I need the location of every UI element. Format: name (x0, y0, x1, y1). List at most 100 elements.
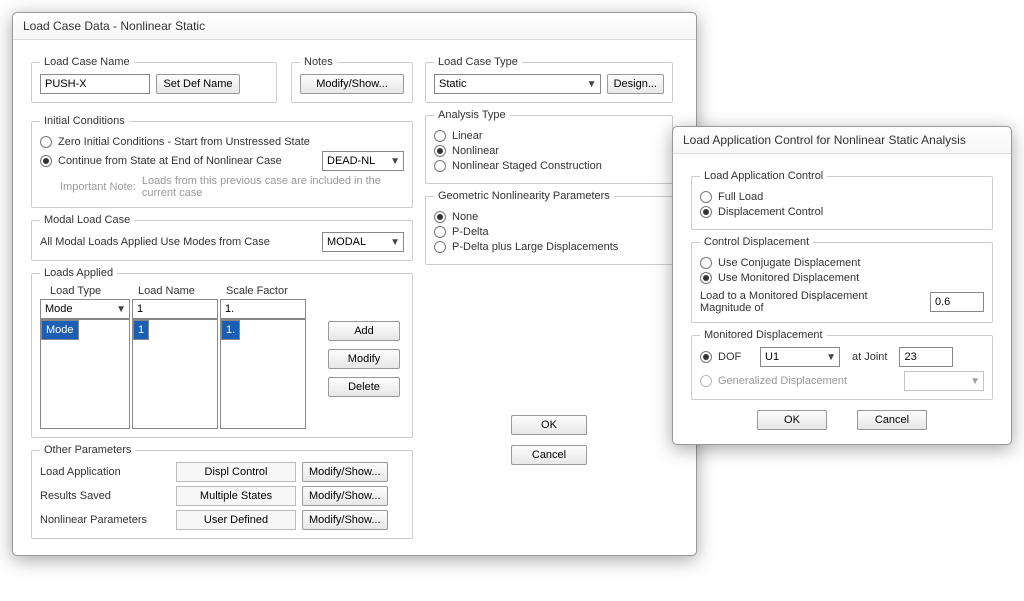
group-analysis-type: Analysis Type Linear Nonlinear Nonlinear… (425, 109, 673, 184)
ok-button[interactable]: OK (757, 410, 827, 430)
chevron-down-icon: ▼ (386, 237, 400, 248)
cancel-button[interactable]: Cancel (857, 410, 927, 430)
radio-geo-none[interactable]: None (434, 211, 664, 223)
radio-nonlinear[interactable]: Nonlinear (434, 145, 664, 157)
results-saved-modify-button[interactable]: Modify/Show... (302, 486, 388, 506)
list-item[interactable]: Mode (41, 320, 79, 340)
radio-geo-pdelta-large[interactable]: P-Delta plus Large Displacements (434, 241, 664, 253)
radio-label: Continue from State at End of Nonlinear … (58, 155, 282, 167)
header-scale: Scale Factor (220, 285, 306, 297)
legend-control-displacement: Control Displacement (700, 236, 813, 248)
modal-text: All Modal Loads Applied Use Modes from C… (40, 236, 270, 248)
header-load-type: Load Type (40, 285, 130, 297)
radio-monitored-disp[interactable]: Use Monitored Displacement (700, 272, 984, 284)
load-name-list[interactable]: 1 (132, 319, 218, 429)
group-load-case-type: Load Case Type Static▼ Design... (425, 56, 673, 103)
other-label: Results Saved (40, 490, 170, 502)
magnitude-input[interactable] (930, 292, 984, 312)
generalized-select: ▼ (904, 371, 984, 391)
radio-label: Displacement Control (718, 206, 823, 218)
group-notes: Notes Modify/Show... (291, 56, 413, 103)
radio-label: Linear (452, 130, 483, 142)
radio-label: Nonlinear (452, 145, 499, 157)
scale-list[interactable]: 1. (220, 319, 306, 429)
radio-label: P-Delta plus Large Displacements (452, 241, 618, 253)
at-joint-label: at Joint (852, 351, 887, 363)
group-load-application-control: Load Application Control Full Load Displ… (691, 170, 993, 230)
chevron-down-icon: ▼ (822, 352, 836, 363)
load-case-data-window: Load Case Data - Nonlinear Static Load C… (12, 12, 697, 556)
list-item[interactable]: 1 (133, 320, 149, 340)
header-load-name: Load Name (132, 285, 218, 297)
joint-input[interactable] (899, 347, 953, 367)
nonlinear-params-value: User Defined (176, 510, 296, 530)
radio-full-load[interactable]: Full Load (700, 191, 984, 203)
radio-continue-state[interactable]: Continue from State at End of Nonlinear … (40, 155, 282, 167)
legend-modal-load-case: Modal Load Case (40, 214, 134, 226)
legend-load-case-name: Load Case Name (40, 56, 134, 68)
radio-label: None (452, 211, 478, 223)
legend-loads-applied: Loads Applied (40, 267, 117, 279)
legend-monitored-displacement: Monitored Displacement (700, 329, 827, 341)
group-load-case-name: Load Case Name Set Def Name (31, 56, 277, 103)
window-title: Load Application Control for Nonlinear S… (673, 127, 1011, 154)
radio-conjugate-disp[interactable]: Use Conjugate Displacement (700, 257, 984, 269)
radio-label: Use Monitored Displacement (718, 272, 859, 284)
results-saved-value: Multiple States (176, 486, 296, 506)
load-application-value: Displ Control (176, 462, 296, 482)
chevron-down-icon: ▼ (966, 376, 980, 387)
group-initial-conditions: Initial Conditions Zero Initial Conditio… (31, 115, 413, 208)
select-value: MODAL (327, 236, 366, 248)
radio-linear[interactable]: Linear (434, 130, 664, 142)
ok-button[interactable]: OK (511, 415, 587, 435)
load-case-name-input[interactable] (40, 74, 150, 94)
modify-button[interactable]: Modify (328, 349, 400, 369)
other-label: Load Application (40, 466, 170, 478)
delete-button[interactable]: Delete (328, 377, 400, 397)
radio-label: Generalized Displacement (718, 375, 847, 387)
radio-label: DOF (718, 351, 741, 363)
legend-geometric-nonlinearity: Geometric Nonlinearity Parameters (434, 190, 614, 202)
notes-modify-button[interactable]: Modify/Show... (300, 74, 404, 94)
radio-dof[interactable]: DOF (700, 351, 754, 363)
radio-displacement-control[interactable]: Displacement Control (700, 206, 984, 218)
legend-load-application-control: Load Application Control (700, 170, 827, 182)
nonlinear-params-modify-button[interactable]: Modify/Show... (302, 510, 388, 530)
radio-generalized-disp: Generalized Displacement (700, 375, 898, 387)
group-monitored-displacement: Monitored Displacement DOF U1▼ at Joint … (691, 329, 993, 400)
legend-load-case-type: Load Case Type (434, 56, 522, 68)
load-application-modify-button[interactable]: Modify/Show... (302, 462, 388, 482)
legend-other-parameters: Other Parameters (40, 444, 135, 456)
radio-label: Use Conjugate Displacement (718, 257, 860, 269)
legend-initial-conditions: Initial Conditions (40, 115, 129, 127)
important-note-text: Loads from this previous case are includ… (142, 175, 404, 199)
prev-case-select[interactable]: DEAD-NL ▼ (322, 151, 404, 171)
legend-analysis-type: Analysis Type (434, 109, 510, 121)
cancel-button[interactable]: Cancel (511, 445, 587, 465)
radio-label: P-Delta (452, 226, 489, 238)
load-name-input[interactable] (132, 299, 218, 319)
add-button[interactable]: Add (328, 321, 400, 341)
scale-factor-input[interactable] (220, 299, 306, 319)
window-title: Load Case Data - Nonlinear Static (13, 13, 696, 40)
set-def-name-button[interactable]: Set Def Name (156, 74, 240, 94)
other-label: Nonlinear Parameters (40, 514, 170, 526)
load-type-list[interactable]: Mode (40, 319, 130, 429)
design-button[interactable]: Design... (607, 74, 664, 94)
radio-label: Nonlinear Staged Construction (452, 160, 602, 172)
radio-nonlinear-staged[interactable]: Nonlinear Staged Construction (434, 160, 664, 172)
modal-case-select[interactable]: MODAL ▼ (322, 232, 404, 252)
group-geometric-nonlinearity: Geometric Nonlinearity Parameters None P… (425, 190, 673, 265)
chevron-down-icon: ▼ (386, 156, 400, 167)
radio-label: Zero Initial Conditions - Start from Uns… (58, 136, 310, 148)
radio-zero-initial[interactable]: Zero Initial Conditions - Start from Uns… (40, 136, 404, 148)
list-item[interactable]: 1. (221, 320, 240, 340)
load-type-select[interactable]: Mode▼ (40, 299, 130, 319)
legend-notes: Notes (300, 56, 337, 68)
select-value: DEAD-NL (327, 155, 375, 167)
group-control-displacement: Control Displacement Use Conjugate Displ… (691, 236, 993, 323)
dof-select[interactable]: U1▼ (760, 347, 840, 367)
load-case-type-select[interactable]: Static▼ (434, 74, 601, 94)
radio-label: Full Load (718, 191, 763, 203)
radio-geo-pdelta[interactable]: P-Delta (434, 226, 664, 238)
